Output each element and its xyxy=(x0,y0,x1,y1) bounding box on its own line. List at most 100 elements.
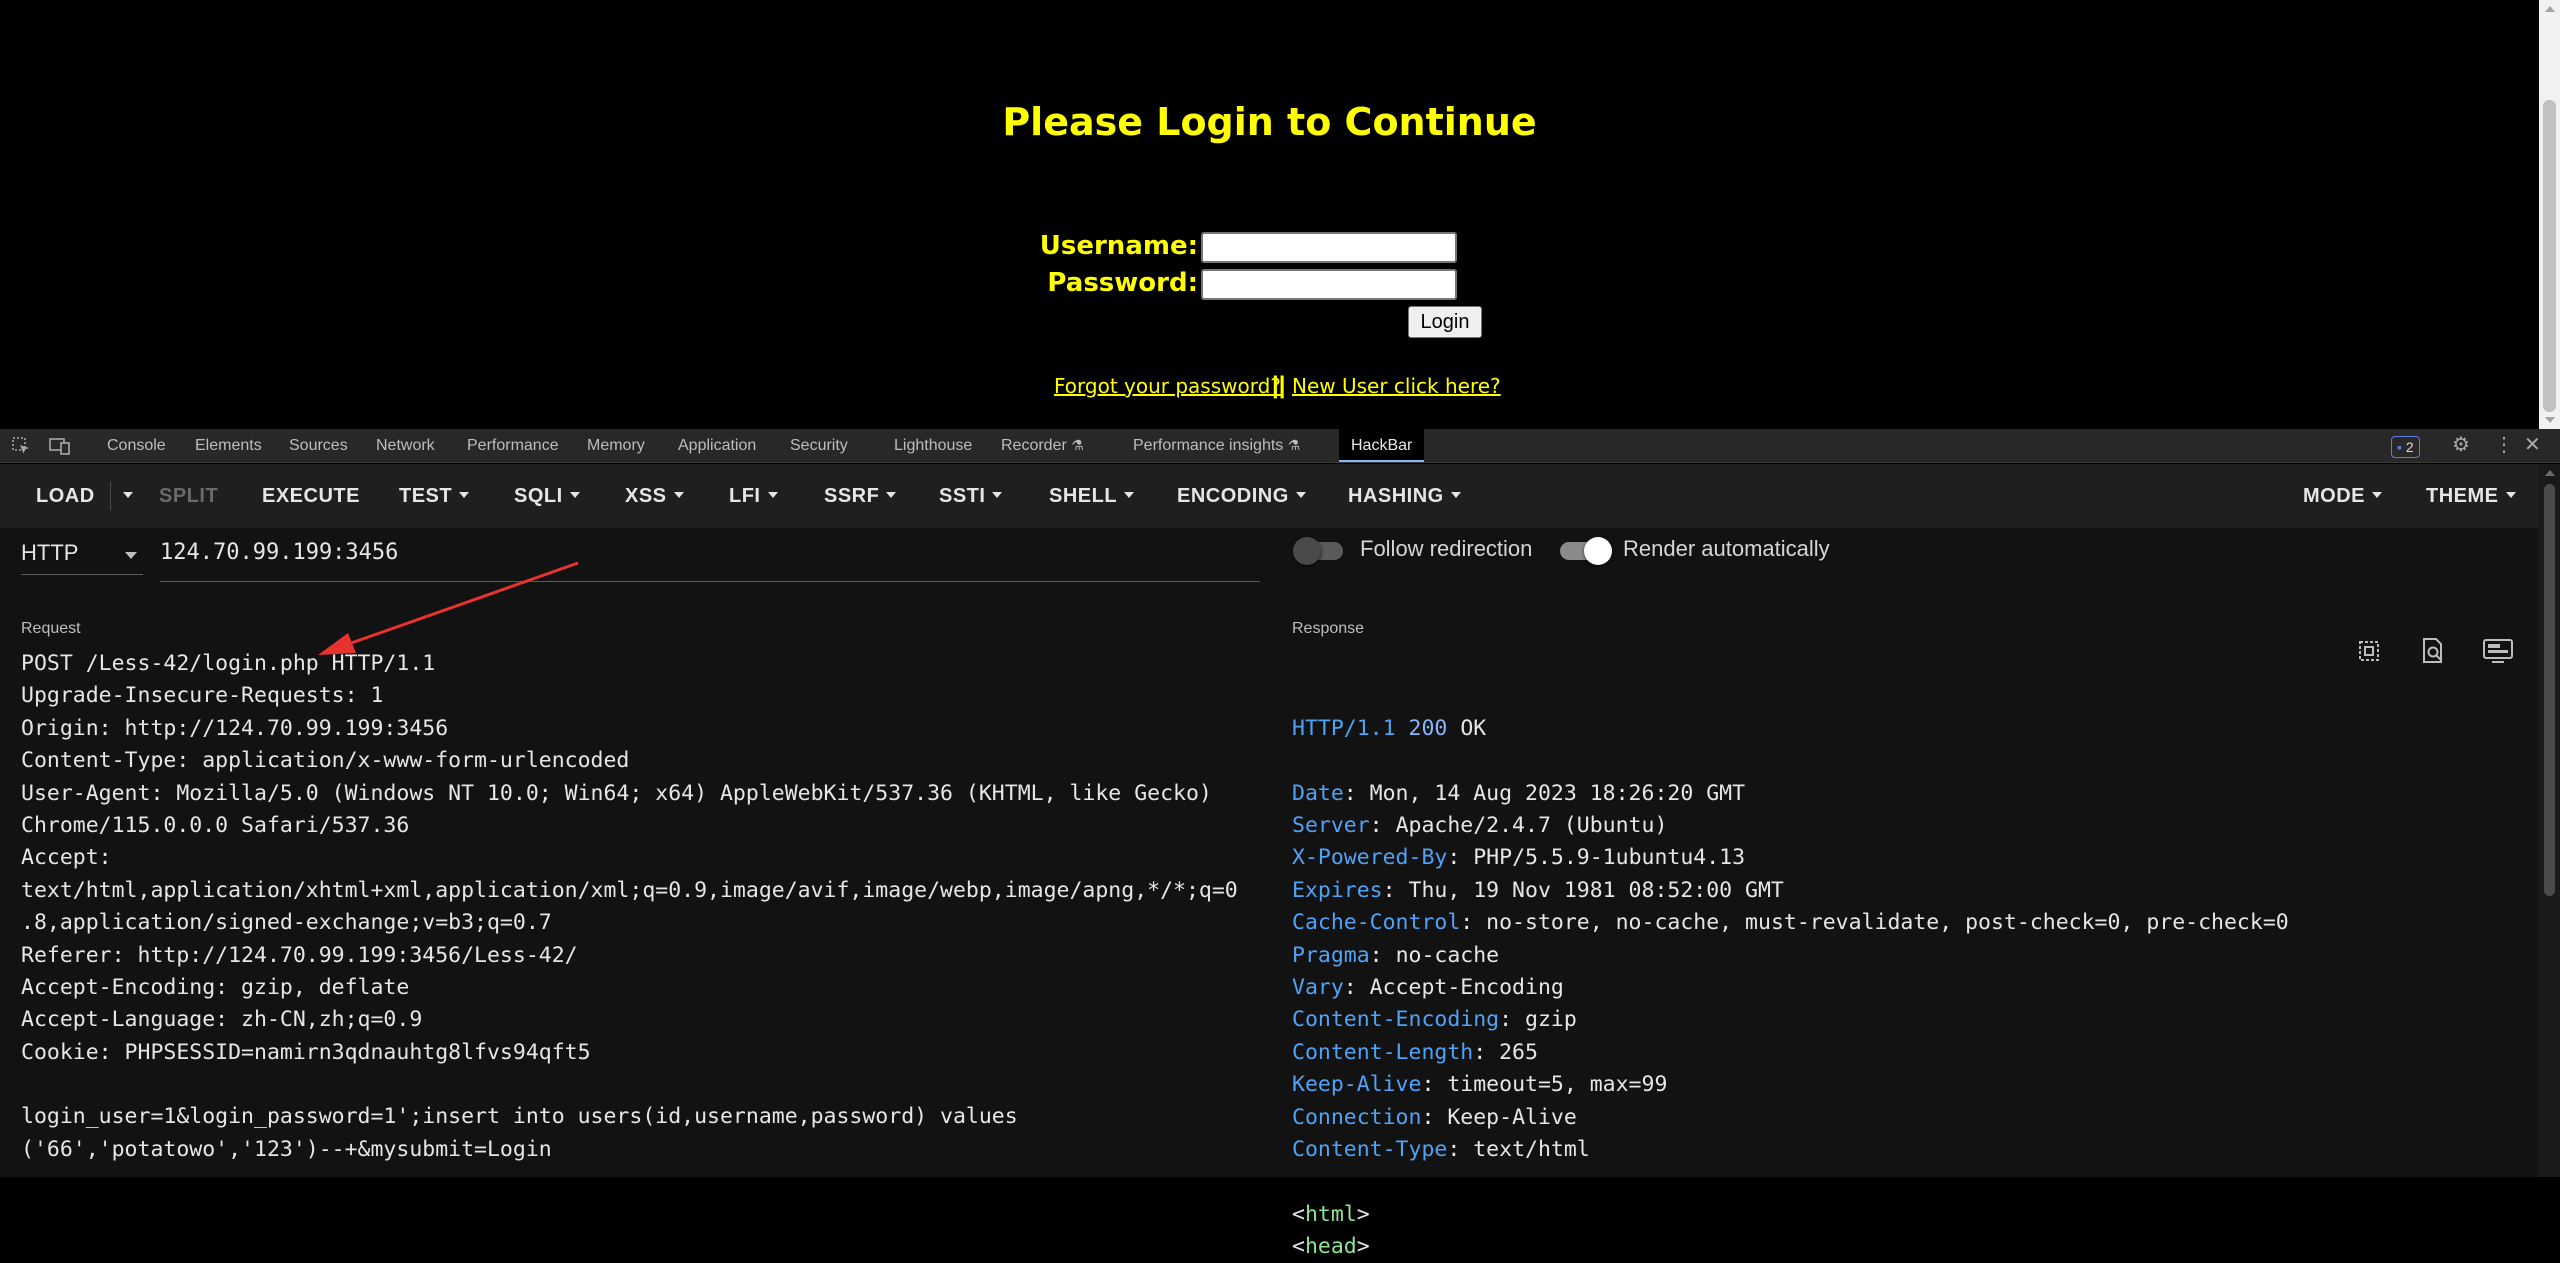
tab-network[interactable]: Network xyxy=(376,429,435,462)
hashing-menu[interactable]: HASHING xyxy=(1348,464,1461,528)
page-scrollbar[interactable] xyxy=(2539,0,2560,429)
lfi-menu[interactable]: LFI xyxy=(729,464,778,528)
tab-elements[interactable]: Elements xyxy=(195,429,262,462)
ssrf-menu[interactable]: SSRF xyxy=(824,464,897,528)
response-protocol: HTTP/1.1 xyxy=(1292,715,1396,741)
render-automatically-toggle[interactable] xyxy=(1558,537,1612,565)
scroll-up-icon[interactable] xyxy=(2545,470,2555,476)
scroll-up-icon[interactable] xyxy=(2545,6,2555,12)
response-header-key: Date xyxy=(1292,780,1344,806)
response-header-line: Date: Mon, 14 Aug 2023 18:26:20 GMT xyxy=(1292,778,2289,810)
scrollbar-thumb[interactable] xyxy=(2543,100,2556,412)
load-button[interactable]: LOAD xyxy=(36,464,95,528)
tab-lighthouse[interactable]: Lighthouse xyxy=(894,429,972,462)
preview-search-icon[interactable] xyxy=(2418,636,2448,666)
header-colon: : xyxy=(1382,877,1409,903)
header-colon: : xyxy=(1369,813,1396,838)
test-menu[interactable]: TEST xyxy=(399,464,470,528)
login-button[interactable]: Login xyxy=(1408,306,1482,338)
header-colon: : xyxy=(1343,974,1370,1000)
ssti-menu[interactable]: SSTI xyxy=(939,464,1003,528)
method-value: HTTP xyxy=(21,540,79,565)
response-viewer[interactable]: HTTP/1.1 200 OK Date: Mon, 14 Aug 2023 1… xyxy=(1292,648,2289,1263)
response-header-value: gzip xyxy=(1525,1007,1577,1033)
xss-menu-label: XSS xyxy=(625,485,667,507)
tab-performance-insights-label: Performance insights xyxy=(1133,437,1284,454)
encoding-menu[interactable]: ENCODING xyxy=(1177,464,1306,528)
load-dropdown-button[interactable] xyxy=(116,464,133,528)
select-element-icon[interactable] xyxy=(2354,636,2384,666)
mode-menu[interactable]: MODE xyxy=(2303,464,2382,528)
request-line: POST /Less-42/login.php HTTP/1.1 xyxy=(21,651,436,676)
render-preview-icon[interactable] xyxy=(2482,636,2513,666)
xss-menu[interactable]: XSS xyxy=(625,464,684,528)
execute-button[interactable]: EXECUTE xyxy=(262,464,360,528)
scroll-down-icon[interactable] xyxy=(2545,417,2555,423)
request-line: .8,application/signed-exchange;v=b3;q=0.… xyxy=(21,910,552,936)
chevron-down-icon xyxy=(2372,491,2382,498)
ssti-menu-label: SSTI xyxy=(939,485,986,507)
tag-name: html xyxy=(1304,1201,1357,1227)
tab-recorder-label: Recorder xyxy=(1001,437,1067,454)
close-devtools-icon[interactable]: ✕ xyxy=(2524,429,2541,462)
chevron-down-icon xyxy=(886,491,897,498)
follow-redirection-toggle[interactable] xyxy=(1293,537,1347,565)
tab-memory[interactable]: Memory xyxy=(587,429,645,462)
response-header-line: Connection: Keep-Alive xyxy=(1292,1102,2289,1134)
tab-hackbar[interactable]: HackBar xyxy=(1339,429,1425,462)
response-header-value: Apache/2.4.7 (Ubuntu) xyxy=(1395,813,1668,838)
tab-performance[interactable]: Performance xyxy=(467,429,559,462)
request-line: Accept: xyxy=(21,845,112,871)
tab-security[interactable]: Security xyxy=(790,429,848,462)
new-user-link[interactable]: New User click here? xyxy=(1292,374,1501,398)
response-header-value: PHP/5.5.9-1ubuntu4.13 xyxy=(1473,845,1746,871)
response-body-line: <html> xyxy=(1292,1199,2289,1231)
request-editor[interactable]: POST /Less-42/login.php HTTP/1.1 Upgrade-… xyxy=(21,648,1238,1166)
shell-menu[interactable]: SHELL xyxy=(1049,464,1135,528)
username-label: Username: xyxy=(1039,231,1198,261)
response-header-value: Thu, 19 Nov 1981 08:52:00 GMT xyxy=(1408,877,1784,903)
lfi-menu-label: LFI xyxy=(729,485,761,507)
header-colon: : xyxy=(1460,910,1487,936)
response-header-key: Cache-Control xyxy=(1292,910,1461,936)
tab-recorder[interactable]: Recorder ⚗ xyxy=(1001,429,1084,462)
response-header-value: no-store, no-cache, must-revalidate, pos… xyxy=(1486,910,2289,936)
hackbar-scrollbar[interactable] xyxy=(2539,464,2560,1177)
hackbar-toolbar: LOAD SPLIT EXECUTE TEST SQLI XSS LFI SSR… xyxy=(0,464,2560,528)
issues-badge[interactable]: ▪ 2 xyxy=(2391,436,2420,458)
split-button[interactable]: SPLIT xyxy=(159,464,218,528)
request-line: User-Agent: Mozilla/5.0 (Windows NT 10.0… xyxy=(21,780,1212,806)
response-header-key: Content-Type xyxy=(1292,1136,1448,1162)
load-divider xyxy=(110,482,111,510)
password-input[interactable] xyxy=(1201,269,1457,300)
request-line: Accept-Encoding: gzip, deflate xyxy=(21,974,410,1000)
follow-redirection-label: Follow redirection xyxy=(1360,536,1533,561)
tab-console[interactable]: Console xyxy=(107,429,166,462)
method-select[interactable]: HTTP xyxy=(21,540,143,575)
toggle-knob xyxy=(1293,537,1321,565)
ssrf-menu-label: SSRF xyxy=(824,485,880,507)
tag-bracket: > xyxy=(1356,1201,1370,1227)
theme-menu[interactable]: THEME xyxy=(2426,464,2516,528)
tab-performance-insights[interactable]: Performance insights ⚗ xyxy=(1133,429,1300,462)
settings-gear-icon[interactable]: ⚙ xyxy=(2452,429,2470,462)
test-menu-label: TEST xyxy=(399,485,453,507)
sqli-menu[interactable]: SQLI xyxy=(514,464,580,528)
device-toolbar-icon[interactable] xyxy=(49,429,71,462)
header-colon: : xyxy=(1343,780,1370,806)
chevron-down-icon xyxy=(767,491,778,498)
more-options-icon[interactable]: ⋮ xyxy=(2494,429,2514,462)
username-input[interactable] xyxy=(1201,232,1457,263)
response-header-line: Content-Length: 265 xyxy=(1292,1037,2289,1069)
annotation-arrow xyxy=(318,561,579,655)
sqli-menu-label: SQLI xyxy=(514,485,563,507)
tab-application[interactable]: Application xyxy=(678,429,756,462)
inspect-element-icon[interactable] xyxy=(11,429,31,462)
chevron-down-icon xyxy=(992,491,1003,498)
response-status-text: OK xyxy=(1460,715,1487,741)
forgot-password-link[interactable]: Forgot your password? xyxy=(1054,374,1281,398)
tag-bracket: < xyxy=(1292,1201,1305,1227)
tab-sources[interactable]: Sources xyxy=(289,429,348,462)
scrollbar-thumb[interactable] xyxy=(2544,484,2555,896)
response-header-value: Accept-Encoding xyxy=(1369,974,1564,1000)
